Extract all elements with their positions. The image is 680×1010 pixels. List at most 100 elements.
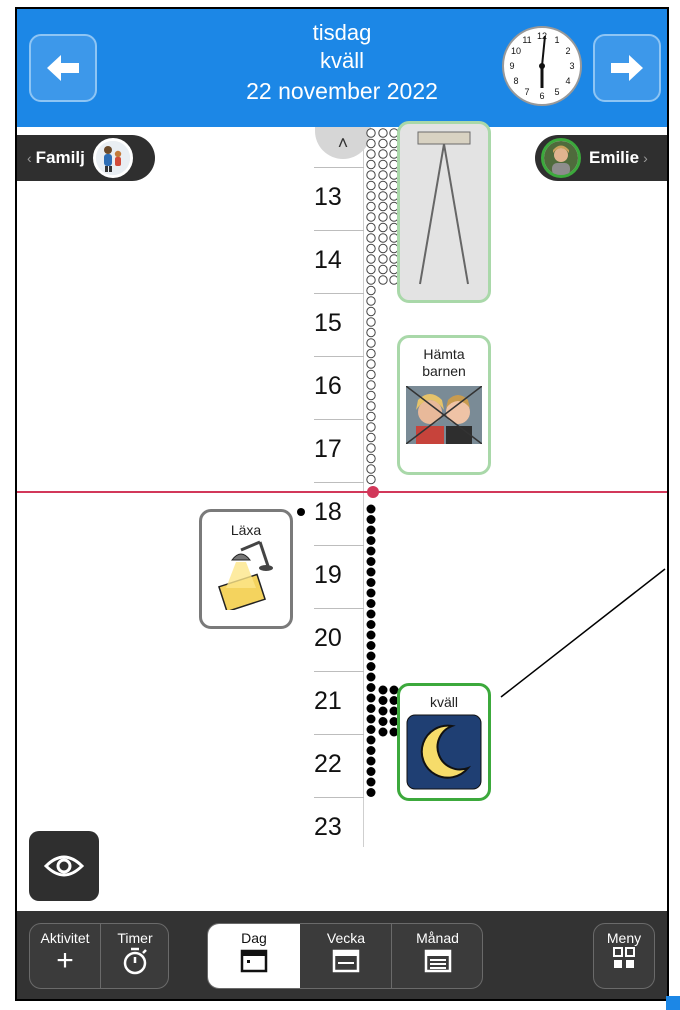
remaining-time-dot (366, 515, 376, 524)
remaining-time-dot (366, 557, 376, 566)
clock-number: 8 (513, 76, 518, 86)
elapsed-time-dot (378, 222, 388, 233)
elapsed-time-dot (366, 474, 376, 485)
elapsed-time-dot (378, 138, 388, 149)
corner-mark (666, 996, 680, 1010)
tab-dag[interactable]: Dag (208, 924, 300, 988)
elapsed-time-dot (366, 201, 376, 212)
elapsed-time-dot (366, 390, 376, 401)
timer-label: Timer (117, 930, 153, 946)
prev-day-button[interactable] (29, 34, 97, 102)
elapsed-time-dot (366, 254, 376, 264)
remaining-time-dot (378, 685, 388, 695)
next-day-button[interactable] (593, 34, 661, 102)
elapsed-time-dot (366, 212, 376, 222)
header-period: kväll (319, 48, 364, 73)
activity-marker-dot (297, 508, 305, 516)
remaining-time-dot (366, 725, 376, 734)
remaining-time-dot (378, 727, 388, 737)
clock-number: 6 (539, 91, 544, 101)
remaining-time-dot (366, 525, 376, 535)
menu-button[interactable]: Meny (594, 924, 654, 988)
remaining-time-dot (366, 599, 376, 608)
remaining-time-dot (366, 536, 376, 545)
header: tisdag kväll 22 november 2022 12 1 2 3 4 5 6 7 8… (17, 9, 667, 127)
annotation-pointer (500, 568, 666, 698)
header-day: tisdag (312, 20, 372, 45)
clock-number: 2 (565, 46, 570, 56)
elapsed-time-dot (378, 201, 388, 212)
clock-number: 9 (509, 61, 514, 71)
activity-title: Läxa (230, 522, 262, 538)
remaining-time-dot (366, 683, 376, 692)
plus-icon: + (56, 944, 74, 977)
elapsed-time-dot (366, 401, 376, 411)
elapsed-time-dot (366, 138, 376, 149)
remaining-time-dot (366, 788, 376, 797)
activity-card-kvall[interactable]: kväll (397, 683, 491, 801)
current-time-line (17, 491, 667, 493)
remaining-time-dot (378, 717, 388, 726)
add-activity-button[interactable]: Aktivitet + (30, 924, 100, 988)
timer-button[interactable]: Timer (101, 924, 169, 988)
bottom-toolbar: Aktivitet + Timer Dag Vecka Månad Meny (17, 911, 667, 999)
calendar-day-icon (240, 949, 268, 973)
eye-icon (44, 855, 84, 877)
remaining-time-dot (366, 651, 376, 661)
activity-title: Hämta barnen (422, 346, 466, 379)
tab-vecka-label: Vecka (326, 930, 366, 946)
activity-card-previous[interactable] (397, 121, 491, 303)
elapsed-time-dot (366, 453, 376, 464)
tab-vecka[interactable]: Vecka (300, 924, 392, 988)
remaining-time-dot (366, 777, 376, 787)
visibility-toggle-button[interactable] (29, 831, 99, 901)
activity-card-hamta-barnen[interactable]: Hämta barnen (397, 335, 491, 475)
calendar-week-icon (332, 949, 360, 973)
menu-group: Meny (593, 923, 655, 989)
elapsed-time-dot (366, 380, 376, 390)
header-date: 22 november 2022 (246, 78, 438, 104)
remaining-time-dot (366, 588, 376, 598)
remaining-time-dot (366, 578, 376, 587)
elapsed-time-dot (378, 159, 388, 170)
moon-icon (406, 714, 482, 790)
tab-manad[interactable]: Månad (392, 924, 483, 988)
elapsed-time-dot (378, 149, 388, 159)
elapsed-time-dot (366, 191, 376, 201)
elapsed-time-dot (366, 296, 376, 306)
remaining-time-dot (366, 735, 376, 745)
elapsed-time-dot (366, 264, 376, 275)
remaining-time-dot (366, 641, 376, 650)
elapsed-time-dot (378, 128, 388, 138)
activity-card-laxa[interactable]: Läxa (199, 509, 293, 629)
remaining-time-dot (366, 693, 376, 703)
elapsed-time-dot (366, 275, 376, 285)
app-frame: tisdag kväll 22 november 2022 12 1 2 3 4 5 6 7 8… (15, 7, 669, 1001)
remaining-time-dot (378, 696, 388, 705)
elapsed-time-dot (366, 317, 376, 327)
clock-number: 4 (565, 76, 570, 86)
elapsed-time-dot (366, 149, 376, 159)
grid-menu-icon (613, 947, 635, 968)
day-timeline[interactable]: ˄ 13 14 15 16 17 18 19 20 21 22 23 Hämta… (17, 121, 667, 907)
elapsed-time-dot (378, 243, 388, 254)
elapsed-time-dot (366, 170, 376, 180)
desk-lamp-icon (218, 540, 273, 613)
elapsed-time-dot (366, 222, 376, 233)
tab-dag-label: Dag (241, 930, 267, 946)
menu-label: Meny (606, 930, 642, 946)
create-group: Aktivitet + Timer (29, 923, 169, 989)
clock-icon: 12 1234567891011 (502, 26, 582, 106)
clock-number: 10 (511, 46, 521, 56)
calendar-month-icon (424, 949, 451, 973)
elapsed-time-dot (366, 432, 376, 443)
stopwatch-icon (123, 947, 147, 975)
clock-number: 11 (522, 35, 531, 45)
elapsed-time-dot (366, 338, 376, 348)
elapsed-time-dot (366, 369, 376, 380)
elapsed-time-dot (378, 275, 388, 285)
elapsed-time-dot (378, 191, 388, 201)
elapsed-time-dot (366, 348, 376, 359)
elapsed-time-dot (378, 212, 388, 222)
elapsed-time-dot (366, 159, 376, 170)
